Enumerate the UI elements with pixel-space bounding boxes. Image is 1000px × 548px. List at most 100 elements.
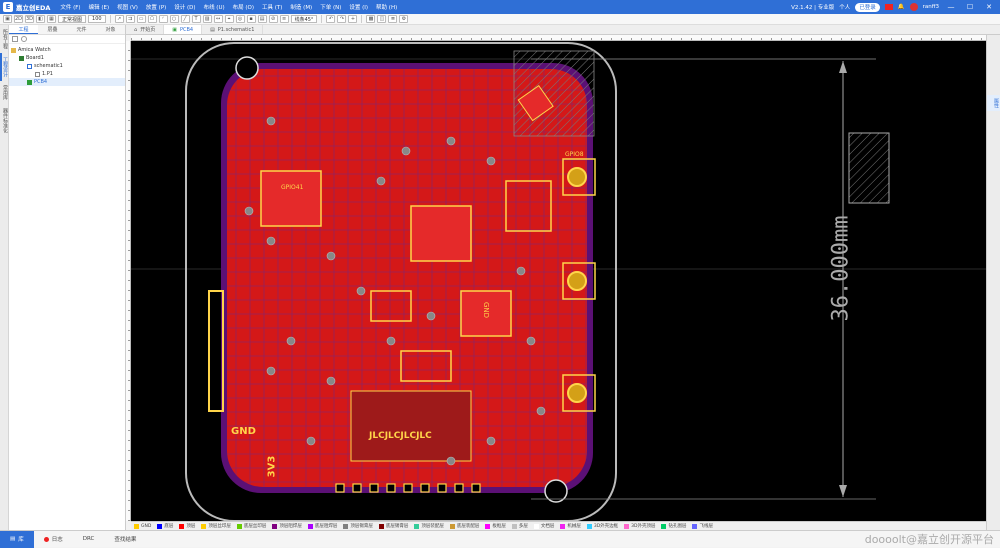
layer-item[interactable]: 飞线层 [692, 523, 713, 529]
layer-item[interactable]: 机械层 [560, 523, 581, 529]
tab-layers[interactable]: 层叠 [38, 25, 67, 34]
mode-label[interactable]: 个人 [839, 3, 850, 11]
menu-order[interactable]: 下单 (N) [316, 3, 345, 11]
layer-item[interactable]: 底层锡膏层 [378, 523, 408, 529]
via-icon[interactable]: ◎ [235, 15, 245, 23]
layer-view-icon[interactable]: ◧ [36, 15, 45, 23]
2d-view-icon[interactable]: 2D [14, 15, 23, 23]
view-mode-select[interactable]: 正常视图 [58, 15, 87, 23]
vtab-standardization[interactable]: 器件标准化 [0, 104, 9, 137]
polygon-icon[interactable]: ⬠ [147, 15, 157, 23]
zoom-select[interactable]: 100 [88, 15, 106, 23]
menu-layout[interactable]: 布局 (O) [229, 3, 258, 11]
cloud-status[interactable]: 已登录 [855, 2, 880, 12]
doc-tab-start[interactable]: ⌂ 开始页 [126, 25, 165, 34]
menu-help[interactable]: 帮助 (H) [372, 3, 401, 11]
layer-item[interactable]: 顶层丝印层 [201, 523, 231, 529]
circle-icon[interactable]: ○ [169, 15, 179, 23]
redo-icon[interactable]: ↷ [337, 15, 347, 23]
tab-components[interactable]: 元件 [67, 25, 96, 34]
layer-item[interactable]: 钻孔图层 [661, 523, 686, 529]
menu-file[interactable]: 文件 (F) [56, 3, 84, 11]
filter-icon[interactable] [12, 36, 18, 42]
avatar[interactable] [909, 3, 918, 11]
bell-icon[interactable]: 🔔 [898, 4, 905, 10]
layer-item[interactable]: 顶层阻焊层 [272, 523, 302, 529]
copper-icon[interactable]: ▤ [257, 15, 267, 23]
layer-item[interactable]: 顶层锡膏层 [343, 523, 373, 529]
doc-tab-pcb[interactable]: ▣ PCB4 [164, 25, 203, 34]
tree-item-project[interactable]: Amica Watch [9, 46, 125, 54]
tab-project[interactable]: 工程 [9, 25, 38, 34]
3d-preview-icon[interactable]: ◫ [377, 15, 387, 23]
tree-item-schematic[interactable]: schematic1 [9, 62, 125, 70]
status-tab-find[interactable]: 查找结果 [104, 531, 146, 548]
3d-view-icon[interactable]: 3D [25, 15, 34, 23]
layer-item[interactable]: 板框层 [485, 523, 506, 529]
layer-label: 文档层 [540, 524, 555, 529]
minimize-icon[interactable]: — [944, 3, 958, 11]
menu-route[interactable]: 布线 (U) [200, 3, 229, 11]
tree-item-pcb[interactable]: PCB4 [9, 78, 125, 86]
align-icon[interactable]: ≡ [279, 15, 289, 23]
dimension-icon[interactable]: ↔ [213, 15, 223, 23]
menu-settings[interactable]: 设置 (I) [345, 3, 372, 11]
maximize-icon[interactable]: ☐ [963, 3, 977, 11]
measure-icon[interactable]: ⌖ [224, 15, 234, 23]
tree-item-board[interactable]: Board1 [9, 54, 125, 62]
layer-item[interactable]: 文档层 [533, 523, 555, 529]
flag-icon[interactable] [884, 4, 893, 10]
route-track-icon[interactable]: ↗ [114, 15, 124, 23]
board-icon[interactable]: ▩ [366, 15, 376, 23]
tree-item-sheet[interactable]: 1.P1 [9, 70, 125, 78]
tab-objects[interactable]: 对象 [96, 25, 125, 34]
vtab-common-library[interactable]: 常用库 [0, 81, 9, 104]
menu-tools[interactable]: 工具 (T) [258, 3, 286, 11]
layer-color-swatch [307, 523, 313, 529]
arc-icon[interactable]: ◜ [158, 15, 168, 23]
properties-tab[interactable]: 属性 [987, 95, 1000, 111]
status-tab-drc[interactable]: DRC [73, 531, 105, 548]
image-icon[interactable]: ▨ [202, 15, 212, 23]
vtab-project-design[interactable]: 工程设计 [0, 53, 9, 81]
layer-item[interactable]: 3D外壳顶层 [624, 523, 655, 529]
menu-manufacture[interactable]: 制造 (M) [286, 3, 316, 11]
layer-item[interactable]: 底层装配层 [449, 523, 479, 529]
layer-item[interactable]: 顶层装配层 [414, 523, 444, 529]
layer-label: 顶层丝印层 [208, 524, 231, 529]
layer-label: 钻孔图层 [668, 524, 687, 529]
layer-item[interactable]: 顶层 [179, 523, 195, 529]
pcb-canvas[interactable]: 36.000mm GND 3V3 JLCJLCJLCJLC GPIO8 GPIO… [131, 41, 986, 521]
rectangle-icon[interactable]: ▭ [136, 15, 146, 23]
menu-view[interactable]: 视图 (V) [113, 3, 142, 11]
chip-footprint [410, 205, 472, 262]
username[interactable]: ranff3 [923, 4, 939, 10]
angle-select[interactable]: 线条45° [290, 15, 318, 23]
status-tab-log[interactable]: 日志 [34, 531, 73, 548]
search-icon[interactable] [21, 36, 27, 42]
status-tab-library[interactable]: ▤ 库 [0, 530, 34, 548]
layer-item[interactable]: 底层丝印层 [236, 523, 266, 529]
save-icon[interactable]: ▣ [3, 15, 12, 23]
menu-place[interactable]: 放置 (P) [142, 3, 170, 11]
pad-icon[interactable]: ▪ [246, 15, 256, 23]
grid-icon[interactable]: ▦ [47, 15, 56, 23]
layer-item[interactable]: GND [134, 523, 151, 529]
settings-icon[interactable]: ⚙ [399, 15, 409, 23]
undo-icon[interactable]: ↶ [326, 15, 336, 23]
doc-tab-schematic[interactable]: ▤ P1.schematic1 [202, 25, 264, 34]
bom-icon[interactable]: ≣ [388, 15, 398, 23]
text-icon[interactable]: T [191, 15, 201, 23]
layer-item[interactable]: 底层 [157, 523, 173, 529]
layer-item[interactable]: 底层阻焊层 [307, 523, 337, 529]
menu-edit[interactable]: 编辑 (E) [85, 3, 114, 11]
zoom-in-icon[interactable]: + [348, 15, 358, 23]
close-icon[interactable]: ✕ [982, 3, 996, 11]
layer-item[interactable]: 3D外壳边框 [586, 523, 618, 529]
keepout-icon[interactable]: ⊘ [268, 15, 278, 23]
diff-pair-icon[interactable]: ⇉ [125, 15, 135, 23]
vtab-all-projects[interactable]: 所有工程 [0, 25, 9, 53]
layer-item[interactable]: 多层 [511, 523, 528, 529]
menu-design[interactable]: 设计 (D) [170, 3, 199, 11]
line-icon[interactable]: ╱ [180, 15, 190, 23]
